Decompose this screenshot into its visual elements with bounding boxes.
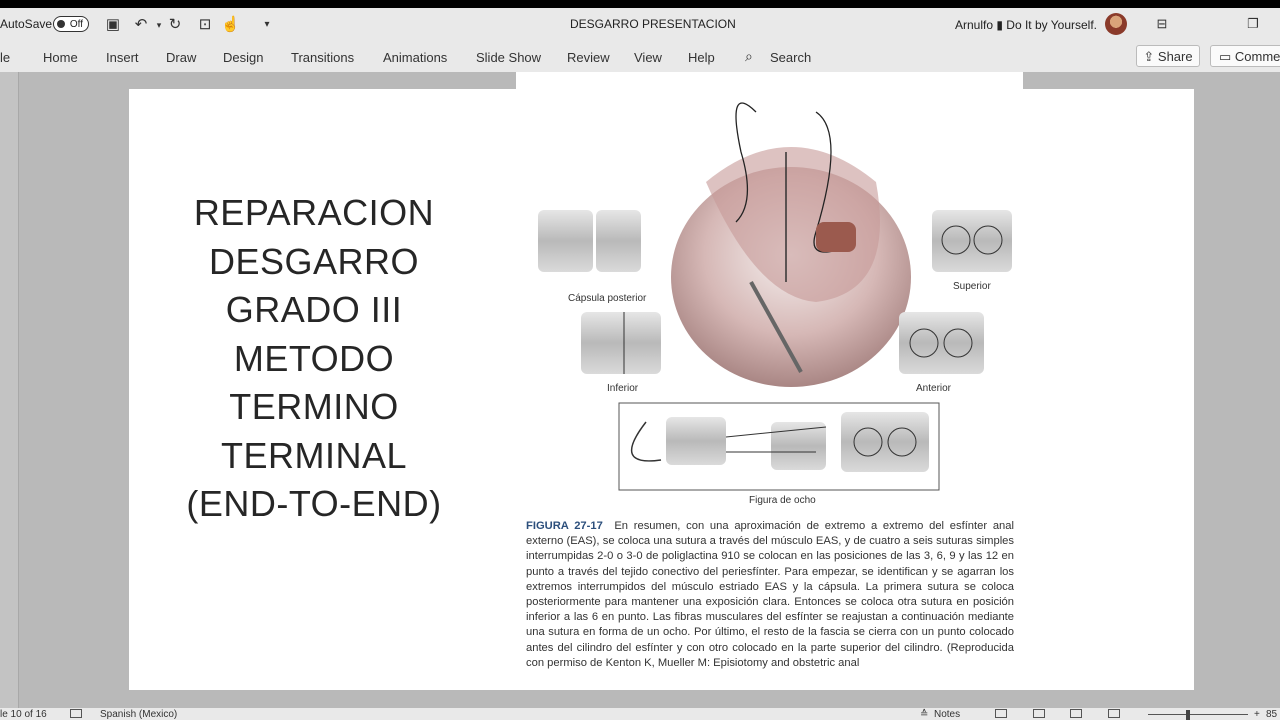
zoom-slider[interactable] xyxy=(1148,714,1248,715)
label-figura-ocho: Figura de ocho xyxy=(749,495,816,506)
ribbon-display-icon[interactable]: ⊟ xyxy=(1152,16,1172,32)
redo-icon[interactable]: ↻ xyxy=(166,16,184,34)
autosave-toggle[interactable]: Off xyxy=(53,16,89,32)
title-bar: AutoSave Off ▣ ↶ ▾ ↻ ⊡ ☝ ▾ DESGARRO PRES… xyxy=(0,8,1280,42)
tab-review[interactable]: Review xyxy=(567,50,610,65)
undo-icon[interactable]: ↶ xyxy=(132,16,150,34)
slide-sorter-icon[interactable] xyxy=(1033,709,1045,718)
tab-insert[interactable]: Insert xyxy=(106,50,139,65)
cylinder-superior xyxy=(932,210,1012,272)
slide-workspace: REPARACION DESGARRO GRADO III METODO TER… xyxy=(0,72,1280,708)
sphincter-end xyxy=(816,222,856,252)
caption-heading: FIGURA 27-17 xyxy=(526,520,603,532)
tab-view[interactable]: View xyxy=(634,50,662,65)
touch-icon[interactable]: ☝ xyxy=(221,16,240,34)
notes-icon[interactable]: ≙ xyxy=(920,708,928,720)
tab-draw[interactable]: Draw xyxy=(166,50,196,65)
ribbon: le Home Insert Draw Design Transitions A… xyxy=(0,42,1280,72)
tab-animations[interactable]: Animations xyxy=(383,50,447,65)
search-icon[interactable]: ⌕ xyxy=(745,48,753,65)
comments-button[interactable]: ▭ Comme xyxy=(1210,45,1280,67)
save-icon[interactable]: ▣ xyxy=(104,16,122,34)
present-icon[interactable]: ⊡ xyxy=(196,16,214,34)
search-box[interactable]: Search xyxy=(770,50,811,65)
zoom-level[interactable]: 85 xyxy=(1266,708,1277,720)
autosave-label: AutoSave xyxy=(0,17,53,31)
tab-slide-show[interactable]: Slide Show xyxy=(476,50,541,65)
label-anterior: Anterior xyxy=(916,383,952,394)
status-bar: le 10 of 16 Spanish (Mexico) ≙ Notes + 8… xyxy=(0,708,1280,720)
comments-label: Comme xyxy=(1234,49,1280,64)
share-label: Share xyxy=(1157,49,1193,64)
label-inferior: Inferior xyxy=(607,383,639,394)
restore-icon[interactable]: ❐ xyxy=(1243,16,1263,32)
customize-icon[interactable]: ▾ xyxy=(258,16,276,34)
reading-view-icon[interactable] xyxy=(1070,709,1082,718)
zoom-minus-icon[interactable]: + xyxy=(1254,708,1260,720)
cylinder-anterior xyxy=(899,312,984,374)
figure-caption: FIGURA 27-17 En resumen, con una aproxim… xyxy=(526,519,1014,671)
normal-view-icon[interactable] xyxy=(995,709,1007,718)
share-icon: ⇪ xyxy=(1143,49,1158,64)
tab-transitions[interactable]: Transitions xyxy=(291,50,354,65)
cylinder-capsula xyxy=(538,210,641,272)
cyl-b xyxy=(771,422,826,470)
comment-icon: ▭ xyxy=(1219,49,1235,64)
accessibility-icon[interactable] xyxy=(70,709,82,718)
label-superior: Superior xyxy=(953,281,991,292)
language-indicator[interactable]: Spanish (Mexico) xyxy=(100,708,177,720)
zoom-slider-thumb[interactable] xyxy=(1186,710,1190,720)
tab-help[interactable]: Help xyxy=(688,50,715,65)
cyl-a xyxy=(666,417,726,465)
document-title: DESGARRO PRESENTACION xyxy=(570,17,736,31)
slide-counter: le 10 of 16 xyxy=(0,709,47,720)
avatar[interactable] xyxy=(1105,13,1127,35)
tab-home[interactable]: Home xyxy=(43,50,78,65)
notes-button[interactable]: Notes xyxy=(934,708,960,720)
thumbnail-pane[interactable] xyxy=(0,72,19,708)
user-name[interactable]: Arnulfo ▮ Do It by Yourself. xyxy=(955,18,1097,32)
cylinder-inferior xyxy=(581,312,661,374)
slide-title[interactable]: REPARACION DESGARRO GRADO III METODO TER… xyxy=(169,189,459,529)
share-button[interactable]: ⇪ Share xyxy=(1136,45,1200,67)
caption-body: En resumen, con una aproximación de extr… xyxy=(526,520,1014,669)
label-capsula: Cápsula posterior xyxy=(568,293,647,304)
tab-design[interactable]: Design xyxy=(223,50,263,65)
tab-file[interactable]: le xyxy=(0,50,10,65)
slideshow-view-icon[interactable] xyxy=(1108,709,1120,718)
